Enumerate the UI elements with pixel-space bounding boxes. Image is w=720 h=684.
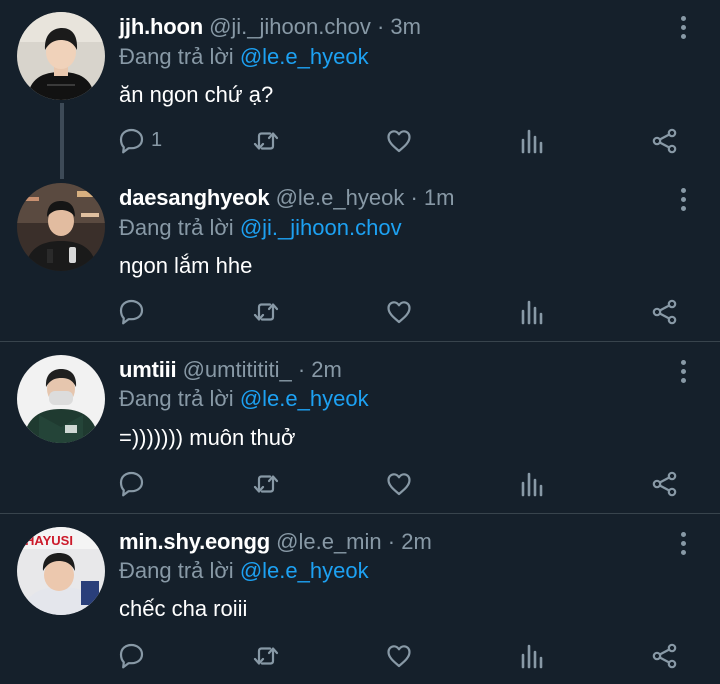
avatar[interactable] xyxy=(17,12,105,100)
more-options-icon[interactable] xyxy=(676,532,692,558)
heart-icon xyxy=(387,473,411,496)
share-button[interactable] xyxy=(651,470,679,498)
like-button[interactable] xyxy=(385,298,413,326)
tweet-item[interactable]: HAYUSI min.shy.eongg @le.e_min · 2m Đang… xyxy=(0,514,720,684)
timestamp[interactable]: · 3m xyxy=(377,14,421,39)
tweet-header: min.shy.eongg @le.e_min · 2m xyxy=(119,529,432,555)
avatar[interactable] xyxy=(17,183,105,271)
more-options-icon[interactable] xyxy=(676,188,692,214)
heart-icon xyxy=(387,301,411,324)
user-handle[interactable]: @ji._jihoon.chov xyxy=(209,14,371,39)
more-options-icon[interactable] xyxy=(676,16,692,42)
reply-count: 1 xyxy=(151,129,163,151)
avatar-badge-text: HAYUSI xyxy=(25,533,73,548)
tweet-text: ngon lắm hhe xyxy=(119,253,253,278)
reply-button[interactable] xyxy=(118,642,178,670)
share-button[interactable] xyxy=(651,298,679,326)
timestamp[interactable]: · 1m xyxy=(410,185,454,210)
reply-prefix: Đang trả lời xyxy=(119,386,234,411)
reply-icon xyxy=(119,299,144,325)
action-bar xyxy=(118,298,698,326)
tweet-header: daesanghyeok @le.e_hyeok · 1m xyxy=(119,185,454,211)
analytics-button[interactable] xyxy=(518,470,546,498)
reply-icon xyxy=(119,471,144,497)
reply-context: Đang trả lời @ji._jihoon.chov xyxy=(119,215,402,241)
tweet-item[interactable]: jjh.hoon @ji._jihoon.chov · 3m Đang trả … xyxy=(0,0,720,170)
display-name[interactable]: umtiii xyxy=(119,357,177,382)
reply-prefix: Đang trả lời xyxy=(119,558,234,583)
reply-button[interactable] xyxy=(118,298,178,326)
avatar[interactable]: HAYUSI xyxy=(17,527,105,615)
retweet-icon xyxy=(253,475,279,493)
share-icon xyxy=(652,299,677,325)
analytics-icon xyxy=(521,472,543,497)
heart-icon xyxy=(387,130,411,153)
analytics-button[interactable] xyxy=(518,298,546,326)
display-name[interactable]: daesanghyeok xyxy=(119,185,270,210)
share-icon xyxy=(652,128,677,154)
share-button[interactable] xyxy=(651,642,679,670)
reply-button[interactable]: 1 xyxy=(118,127,178,155)
mention-link[interactable]: @le.e_hyeok xyxy=(240,44,369,69)
retweet-button[interactable] xyxy=(252,470,280,498)
avatar[interactable] xyxy=(17,355,105,443)
tweet-item[interactable]: umtiii @umtitititi_ · 2m Đang trả lời @l… xyxy=(0,342,720,512)
analytics-button[interactable] xyxy=(518,127,546,155)
retweet-icon xyxy=(253,132,279,150)
retweet-button[interactable] xyxy=(252,127,280,155)
reply-context: Đang trả lời @le.e_hyeok xyxy=(119,386,369,412)
display-name[interactable]: min.shy.eongg xyxy=(119,529,270,554)
retweet-icon xyxy=(253,303,279,321)
analytics-icon xyxy=(521,300,543,325)
reply-icon xyxy=(119,643,144,669)
timestamp[interactable]: · 2m xyxy=(298,357,342,382)
share-icon xyxy=(652,643,677,669)
user-handle[interactable]: @le.e_min xyxy=(276,529,382,554)
mention-link[interactable]: @le.e_hyeok xyxy=(240,386,369,411)
more-options-icon[interactable] xyxy=(676,360,692,386)
tweet-item[interactable]: daesanghyeok @le.e_hyeok · 1m Đang trả l… xyxy=(0,170,720,340)
reply-prefix: Đang trả lời xyxy=(119,215,234,240)
like-button[interactable] xyxy=(385,642,413,670)
action-bar xyxy=(118,470,698,498)
like-button[interactable] xyxy=(385,127,413,155)
retweet-button[interactable] xyxy=(252,298,280,326)
timestamp[interactable]: · 2m xyxy=(388,529,432,554)
tweet-header: umtiii @umtitititi_ · 2m xyxy=(119,357,342,383)
reply-icon xyxy=(119,128,144,154)
tweet-header: jjh.hoon @ji._jihoon.chov · 3m xyxy=(119,14,421,40)
action-bar: 1 xyxy=(118,127,698,155)
analytics-icon xyxy=(521,129,543,154)
reply-context: Đang trả lời @le.e_hyeok xyxy=(119,558,369,584)
mention-link[interactable]: @ji._jihoon.chov xyxy=(240,215,402,240)
tweet-text: =))))))) muôn thuở xyxy=(119,425,296,450)
heart-icon xyxy=(387,645,411,668)
reply-context: Đang trả lời @le.e_hyeok xyxy=(119,44,369,70)
analytics-icon xyxy=(521,644,543,669)
retweet-button[interactable] xyxy=(252,642,280,670)
reply-button[interactable] xyxy=(118,470,178,498)
retweet-icon xyxy=(253,647,279,665)
share-button[interactable] xyxy=(651,127,679,155)
tweet-text: ăn ngon chứ ạ? xyxy=(119,82,274,107)
analytics-button[interactable] xyxy=(518,642,546,670)
like-button[interactable] xyxy=(385,470,413,498)
user-handle[interactable]: @umtitititi_ xyxy=(183,357,292,382)
display-name[interactable]: jjh.hoon xyxy=(119,14,203,39)
user-handle[interactable]: @le.e_hyeok xyxy=(276,185,405,210)
tweet-text: chếc cha roiii xyxy=(119,596,248,621)
reply-prefix: Đang trả lời xyxy=(119,44,234,69)
share-icon xyxy=(652,471,677,497)
mention-link[interactable]: @le.e_hyeok xyxy=(240,558,369,583)
action-bar xyxy=(118,642,698,670)
